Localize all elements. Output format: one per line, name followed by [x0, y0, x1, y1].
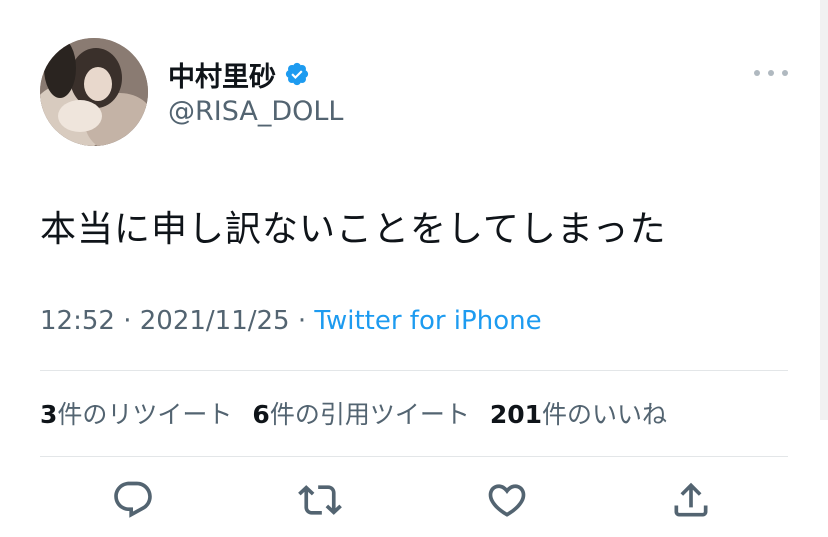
retweets-label: 件のリツイート: [57, 400, 233, 429]
reply-icon: [114, 481, 152, 518]
quotes-stat[interactable]: 6件の引用ツイート: [252, 395, 469, 431]
retweets-count: 3: [40, 400, 58, 429]
engagement-stats: 3件のリツイート 6件の引用ツイート 201件のいいね: [40, 395, 667, 431]
more-dot: [754, 70, 760, 76]
avatar-photo: [40, 38, 148, 146]
likes-count: 201: [489, 400, 543, 429]
likes-stat[interactable]: 201件のいいね: [490, 395, 667, 431]
meta-separator: ·: [123, 306, 140, 336]
author-handle[interactable]: @RISA_DOLL: [168, 96, 343, 127]
more-dot: [782, 70, 788, 76]
tweet-date[interactable]: 2021/11/25: [140, 306, 290, 336]
divider: [40, 370, 788, 371]
like-button[interactable]: [485, 478, 529, 522]
share-button[interactable]: [669, 478, 713, 522]
more-options-icon[interactable]: [754, 64, 788, 82]
retweets-stat[interactable]: 3件のリツイート: [40, 395, 232, 431]
quotes-label: 件の引用ツイート: [269, 400, 470, 429]
tweet-meta: 12:52 · 2021/11/25 · Twitter for iPhone: [40, 306, 542, 336]
share-icon: [674, 482, 708, 517]
divider: [40, 456, 788, 457]
action-bar: [0, 478, 828, 528]
verified-badge-icon: [285, 62, 309, 86]
scrollbar[interactable]: [820, 0, 828, 420]
heart-icon: [488, 484, 526, 517]
tweet-text: 本当に申し訳ないことをしてしまった: [40, 209, 667, 250]
author-name-row: 中村里砂: [168, 55, 310, 94]
tweet-detail: 中村里砂 @RISA_DOLL 本当に申し訳ないことをしてしまった 12:52 …: [0, 0, 828, 537]
tweet-time[interactable]: 12:52: [40, 306, 115, 336]
reply-button[interactable]: [111, 478, 155, 522]
avatar[interactable]: [40, 38, 148, 146]
display-name[interactable]: 中村里砂: [168, 55, 276, 94]
retweet-button[interactable]: [298, 478, 342, 522]
more-dot: [768, 70, 774, 76]
quotes-count: 6: [252, 400, 270, 429]
likes-label: 件のいいね: [542, 400, 668, 429]
tweet-source[interactable]: Twitter for iPhone: [314, 306, 541, 336]
meta-separator: ·: [297, 306, 315, 336]
retweet-icon: [298, 485, 342, 515]
